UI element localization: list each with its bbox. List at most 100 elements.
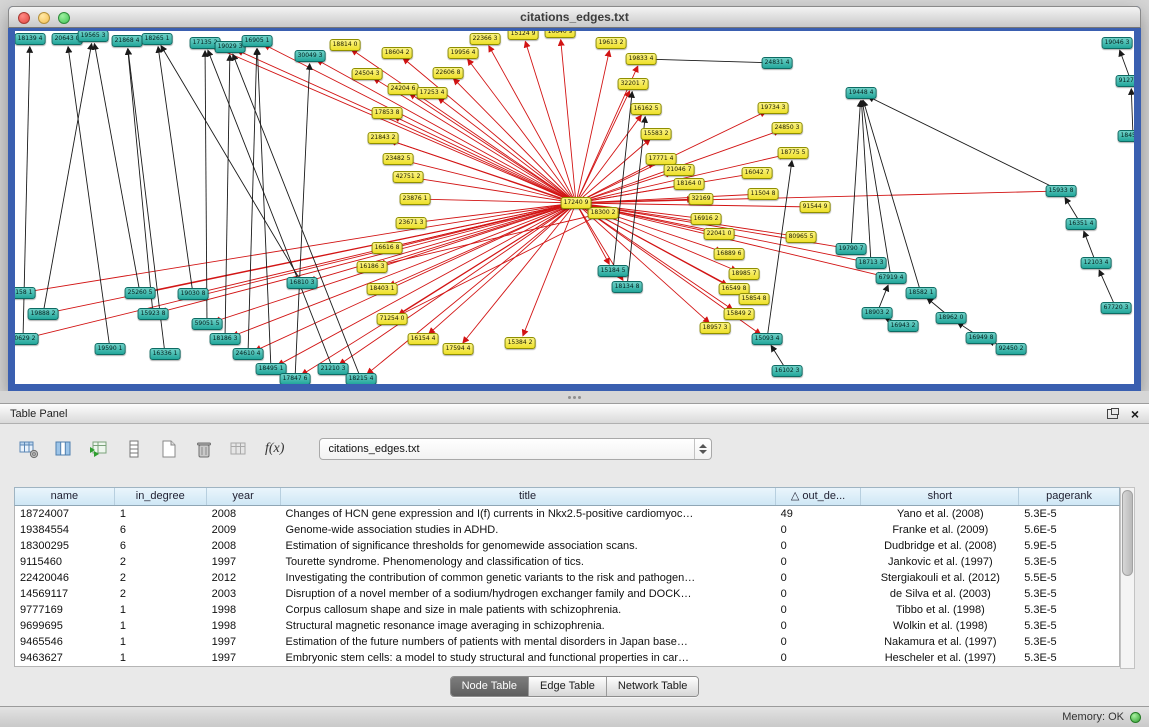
graph-node[interactable]: 12103 4 <box>1081 257 1112 269</box>
graph-node[interactable]: 18814 0 <box>330 39 361 51</box>
graph-node[interactable]: 18775 5 <box>778 147 809 159</box>
graph-node[interactable]: 18134 8 <box>612 281 643 293</box>
table-row[interactable]: 2242004622012Investigating the contribut… <box>15 570 1119 586</box>
graph-node[interactable]: 19790 7 <box>836 243 867 255</box>
import-table-icon[interactable] <box>88 438 110 460</box>
graph-node[interactable]: 10629 2 <box>15 333 38 345</box>
graph-node[interactable]: 21210 3 <box>318 363 349 375</box>
zoom-button[interactable] <box>58 12 70 24</box>
table-row[interactable]: 911546021997Tourette syndrome. Phenomeno… <box>15 554 1119 570</box>
graph-node[interactable]: 17240 9 <box>561 197 592 209</box>
table-row[interactable]: 946362711997Embryonic stem cells: a mode… <box>15 650 1119 666</box>
graph-node[interactable]: 17853 8 <box>372 107 403 119</box>
graph-node[interactable]: 15384 2 <box>505 337 536 349</box>
graph-node[interactable]: 23876 1 <box>400 193 431 205</box>
graph-node[interactable]: 16916 2 <box>691 213 722 225</box>
table-row[interactable]: 1938455462009Genome-wide association stu… <box>15 522 1119 538</box>
graph-node[interactable]: 24204 6 <box>388 83 419 95</box>
graph-node[interactable]: 67919 4 <box>876 272 907 284</box>
graph-node[interactable]: 11504 8 <box>748 188 779 200</box>
table-row[interactable]: 969969511998Structural magnetic resonanc… <box>15 618 1119 634</box>
graph-node[interactable]: 80965 5 <box>786 231 817 243</box>
graph-node[interactable]: 91544 9 <box>800 201 831 213</box>
scrollbar-thumb[interactable] <box>1122 490 1133 576</box>
table-row[interactable]: 946554611997Estimation of the future num… <box>15 634 1119 650</box>
table-vertical-scrollbar[interactable] <box>1120 487 1135 669</box>
graph-node[interactable]: 42751 2 <box>393 171 424 183</box>
divider-handle[interactable] <box>564 395 586 400</box>
graph-node[interactable]: 21868 4 <box>112 35 143 47</box>
graph-node[interactable]: 59051 5 <box>192 318 223 330</box>
graph-node[interactable]: 16943 2 <box>888 320 919 332</box>
graph-node[interactable]: 18215 4 <box>346 373 377 384</box>
graph-node[interactable]: 18985 7 <box>729 268 760 280</box>
column-header[interactable]: short <box>861 488 1019 505</box>
graph-node[interactable]: 22606 8 <box>433 67 464 79</box>
graph-node[interactable]: 16351 4 <box>1066 218 1097 230</box>
column-header[interactable]: pagerank <box>1019 488 1119 505</box>
graph-node[interactable]: 16154 4 <box>408 333 439 345</box>
graph-node[interactable]: 16616 8 <box>372 242 403 254</box>
graph-node[interactable]: 16162 5 <box>631 103 662 115</box>
graph-node[interactable]: 24850 3 <box>772 122 803 134</box>
graph-node[interactable]: 21046 7 <box>664 164 695 176</box>
graph-node[interactable]: 18582 1 <box>906 287 937 299</box>
column-header[interactable]: title <box>281 488 776 505</box>
graph-node[interactable]: 18903 2 <box>862 307 893 319</box>
graph-node[interactable]: 15093 4 <box>752 333 783 345</box>
column-visibility-icon[interactable] <box>53 438 75 460</box>
graph-node[interactable]: 19565 3 <box>78 31 109 42</box>
new-table-icon[interactable] <box>158 438 180 460</box>
column-header[interactable]: name <box>15 488 115 505</box>
graph-node[interactable]: 19956 4 <box>448 47 479 59</box>
graph-node[interactable]: 18957 3 <box>700 322 731 334</box>
graph-node[interactable]: 19888 2 <box>28 308 59 320</box>
graph-node[interactable]: 16042 7 <box>742 167 773 179</box>
table-row[interactable]: 1456911722003Disruption of a novel membe… <box>15 586 1119 602</box>
table-row[interactable]: 1830029562008Estimation of significance … <box>15 538 1119 554</box>
graph-node[interactable]: 17253 4 <box>417 87 448 99</box>
graph-node[interactable]: 19448 4 <box>846 87 877 99</box>
close-button[interactable] <box>18 12 30 24</box>
close-panel-icon[interactable]: × <box>1131 407 1139 421</box>
graph-node[interactable]: 32201 7 <box>618 78 649 90</box>
graph-node[interactable]: 16336 1 <box>150 348 181 360</box>
graph-node[interactable]: 15854 8 <box>739 293 770 305</box>
graph-node[interactable]: 32169 <box>688 193 713 205</box>
graph-node[interactable]: 23482 5 <box>383 153 414 165</box>
graph-node[interactable]: 92450 2 <box>996 343 1027 355</box>
tab-edge-table[interactable]: Edge Table <box>529 677 607 696</box>
graph-node[interactable]: 19030 8 <box>178 288 209 300</box>
graph-node[interactable]: 15184 5 <box>598 265 629 277</box>
graph-node[interactable]: 18403 1 <box>367 283 398 295</box>
tab-network-table[interactable]: Network Table <box>607 677 699 696</box>
graph-node[interactable]: 15933 8 <box>1046 185 1077 197</box>
graph-node[interactable]: 16186 3 <box>357 261 388 273</box>
graph-node[interactable]: 23671 3 <box>396 217 427 229</box>
table-row[interactable]: 1872400712008Changes of HCN gene express… <box>15 506 1119 522</box>
panel-divider[interactable] <box>0 391 1149 403</box>
graph-node[interactable]: 24504 3 <box>352 68 383 80</box>
merge-table-icon[interactable] <box>228 438 250 460</box>
graph-node[interactable]: 25260 5 <box>125 287 156 299</box>
table-row[interactable]: 977716911998Corpus callosum shape and si… <box>15 602 1119 618</box>
delete-table-icon[interactable] <box>193 438 215 460</box>
graph-node[interactable]: 18158 1 <box>15 287 35 299</box>
graph-node[interactable]: 18186 3 <box>210 333 241 345</box>
graph-node[interactable]: 22041 0 <box>704 228 735 240</box>
column-header[interactable]: in_degree <box>115 488 207 505</box>
graph-node[interactable]: 18164 0 <box>674 178 705 190</box>
row-tools-icon[interactable] <box>123 438 145 460</box>
graph-node[interactable]: 17594 4 <box>443 343 474 355</box>
tab-node-table[interactable]: Node Table <box>451 677 529 696</box>
graph-node[interactable]: 15923 8 <box>138 308 169 320</box>
network-table-select[interactable]: citations_edges.txt <box>319 438 712 460</box>
graph-node[interactable]: 18139 4 <box>15 33 45 45</box>
graph-node[interactable]: 16949 8 <box>966 332 997 344</box>
graph-node[interactable]: 22366 3 <box>470 33 501 45</box>
graph-node[interactable]: 18265 1 <box>142 33 173 45</box>
graph-node[interactable]: 19734 3 <box>758 102 789 114</box>
graph-node[interactable]: 17847 6 <box>280 373 311 384</box>
graph-node[interactable]: 16810 3 <box>287 277 318 289</box>
graph-node[interactable]: 18604 2 <box>382 47 413 59</box>
